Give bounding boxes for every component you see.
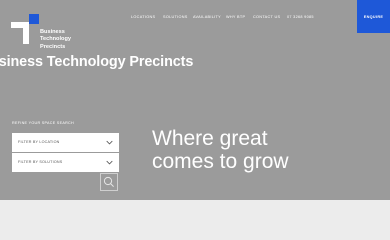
tagline-line-2: comes to grow — [152, 149, 289, 173]
enquire-button[interactable]: ENQUIRE — [357, 0, 390, 33]
search-label: REFINE YOUR SPACE SEARCH — [12, 121, 74, 125]
hero-tagline: Where great comes to grow — [152, 127, 352, 173]
logo-line-3: Precincts — [40, 43, 66, 50]
search-button[interactable] — [100, 173, 118, 191]
logo-line-1: Business — [40, 29, 65, 35]
solutions-select-label: FILTER BY SOLUTIONS — [18, 160, 63, 164]
nav-solutions[interactable]: SOLUTIONS — [163, 15, 188, 21]
nav-why-btp[interactable]: WHY BTP — [226, 15, 245, 21]
nav-phone[interactable]: 07 3268 9085 — [287, 15, 314, 21]
location-select[interactable]: FILTER BY LOCATION — [12, 133, 119, 152]
hero-section: Business Technology Precincts LOCATIONS … — [0, 0, 390, 200]
content-band — [0, 200, 390, 240]
logo[interactable]: Business Technology Precincts — [11, 14, 101, 54]
logo-mark-icon — [11, 14, 39, 44]
chevron-down-icon — [106, 160, 113, 165]
location-select-label: FILTER BY LOCATION — [18, 140, 60, 144]
nav-availability[interactable]: AVAILABILITY — [193, 15, 221, 21]
nav-contact-us[interactable]: CONTACT US — [253, 15, 280, 21]
logo-text: Business Technology Precincts — [40, 29, 110, 51]
search-icon — [103, 176, 114, 187]
nav-locations[interactable]: LOCATIONS — [131, 15, 155, 21]
page-title: usiness Technology Precincts — [0, 54, 194, 70]
tagline-line-1: Where great — [152, 127, 268, 150]
chevron-down-icon — [106, 140, 113, 145]
logo-line-2: Technology — [40, 36, 71, 43]
solutions-select[interactable]: FILTER BY SOLUTIONS — [12, 153, 119, 172]
